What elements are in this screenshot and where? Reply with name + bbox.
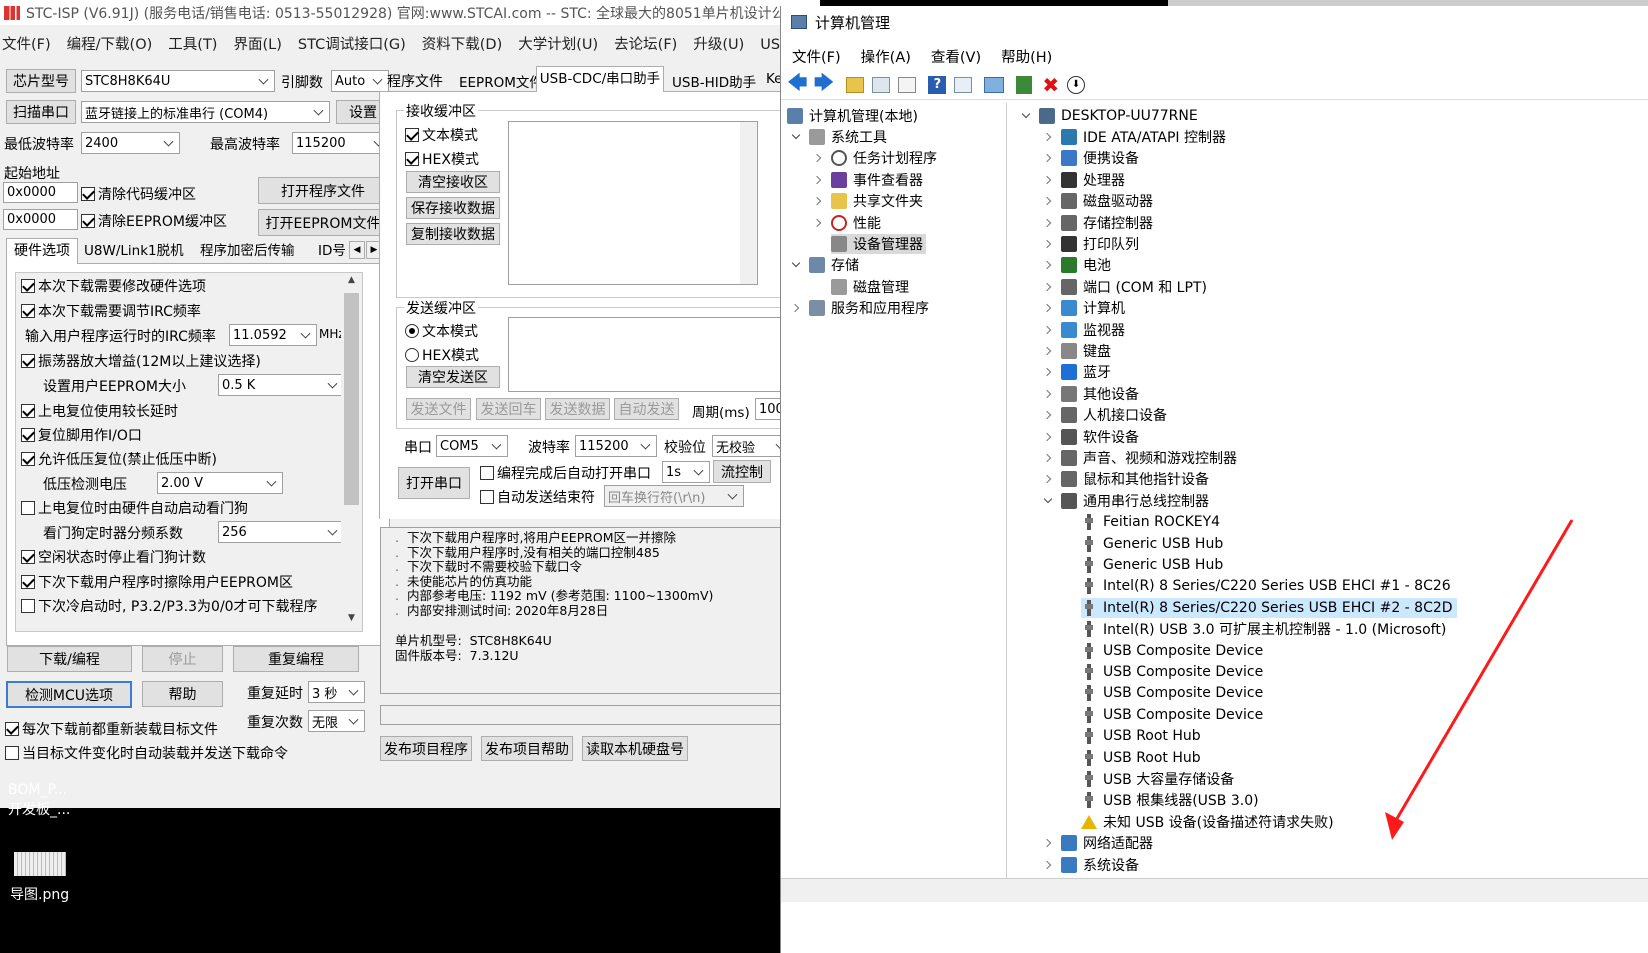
annotation-arrow-line [1393,519,1574,823]
annotation-arrow-head [1385,812,1404,840]
annotation-arrow [1385,519,1574,840]
